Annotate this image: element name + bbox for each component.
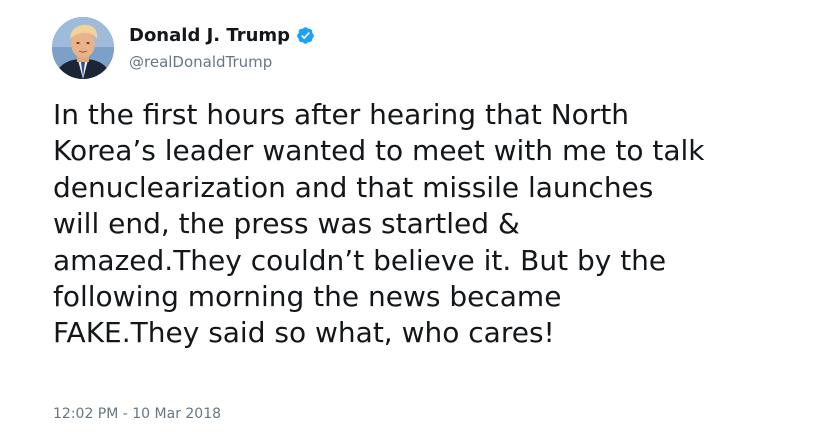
tweet-timestamp[interactable]: 12:02 PM - 10 Mar 2018: [53, 406, 221, 422]
display-name[interactable]: Donald J. Trump: [129, 25, 290, 46]
verified-badge-icon: [296, 26, 315, 45]
tweet-text-line: FAKE.They said so what, who cares!: [53, 316, 555, 350]
avatar[interactable]: [52, 17, 114, 79]
author-handle[interactable]: @realDonaldTrump: [129, 53, 272, 71]
tweet-text-line: In the first hours after hearing that No…: [53, 98, 630, 131]
tweet-card: Donald J. Trump @realDonaldTrump In the …: [0, 0, 835, 437]
author-name-row[interactable]: Donald J. Trump: [129, 22, 315, 48]
tweet-text-line: amazed.They couldn’t believe it. But by …: [53, 243, 667, 277]
tweet-text: In the first hours after hearing that No…: [53, 97, 833, 352]
tweet-text-line: will end, the press was startled &: [53, 207, 520, 241]
tweet-text-line: Korea’s leader wanted to meet with me to…: [53, 134, 705, 168]
tweet-text-line: following morning the news became: [53, 280, 562, 314]
profile-photo: [52, 17, 114, 79]
tweet-text-line: denuclearization and that missile launch…: [53, 170, 654, 204]
